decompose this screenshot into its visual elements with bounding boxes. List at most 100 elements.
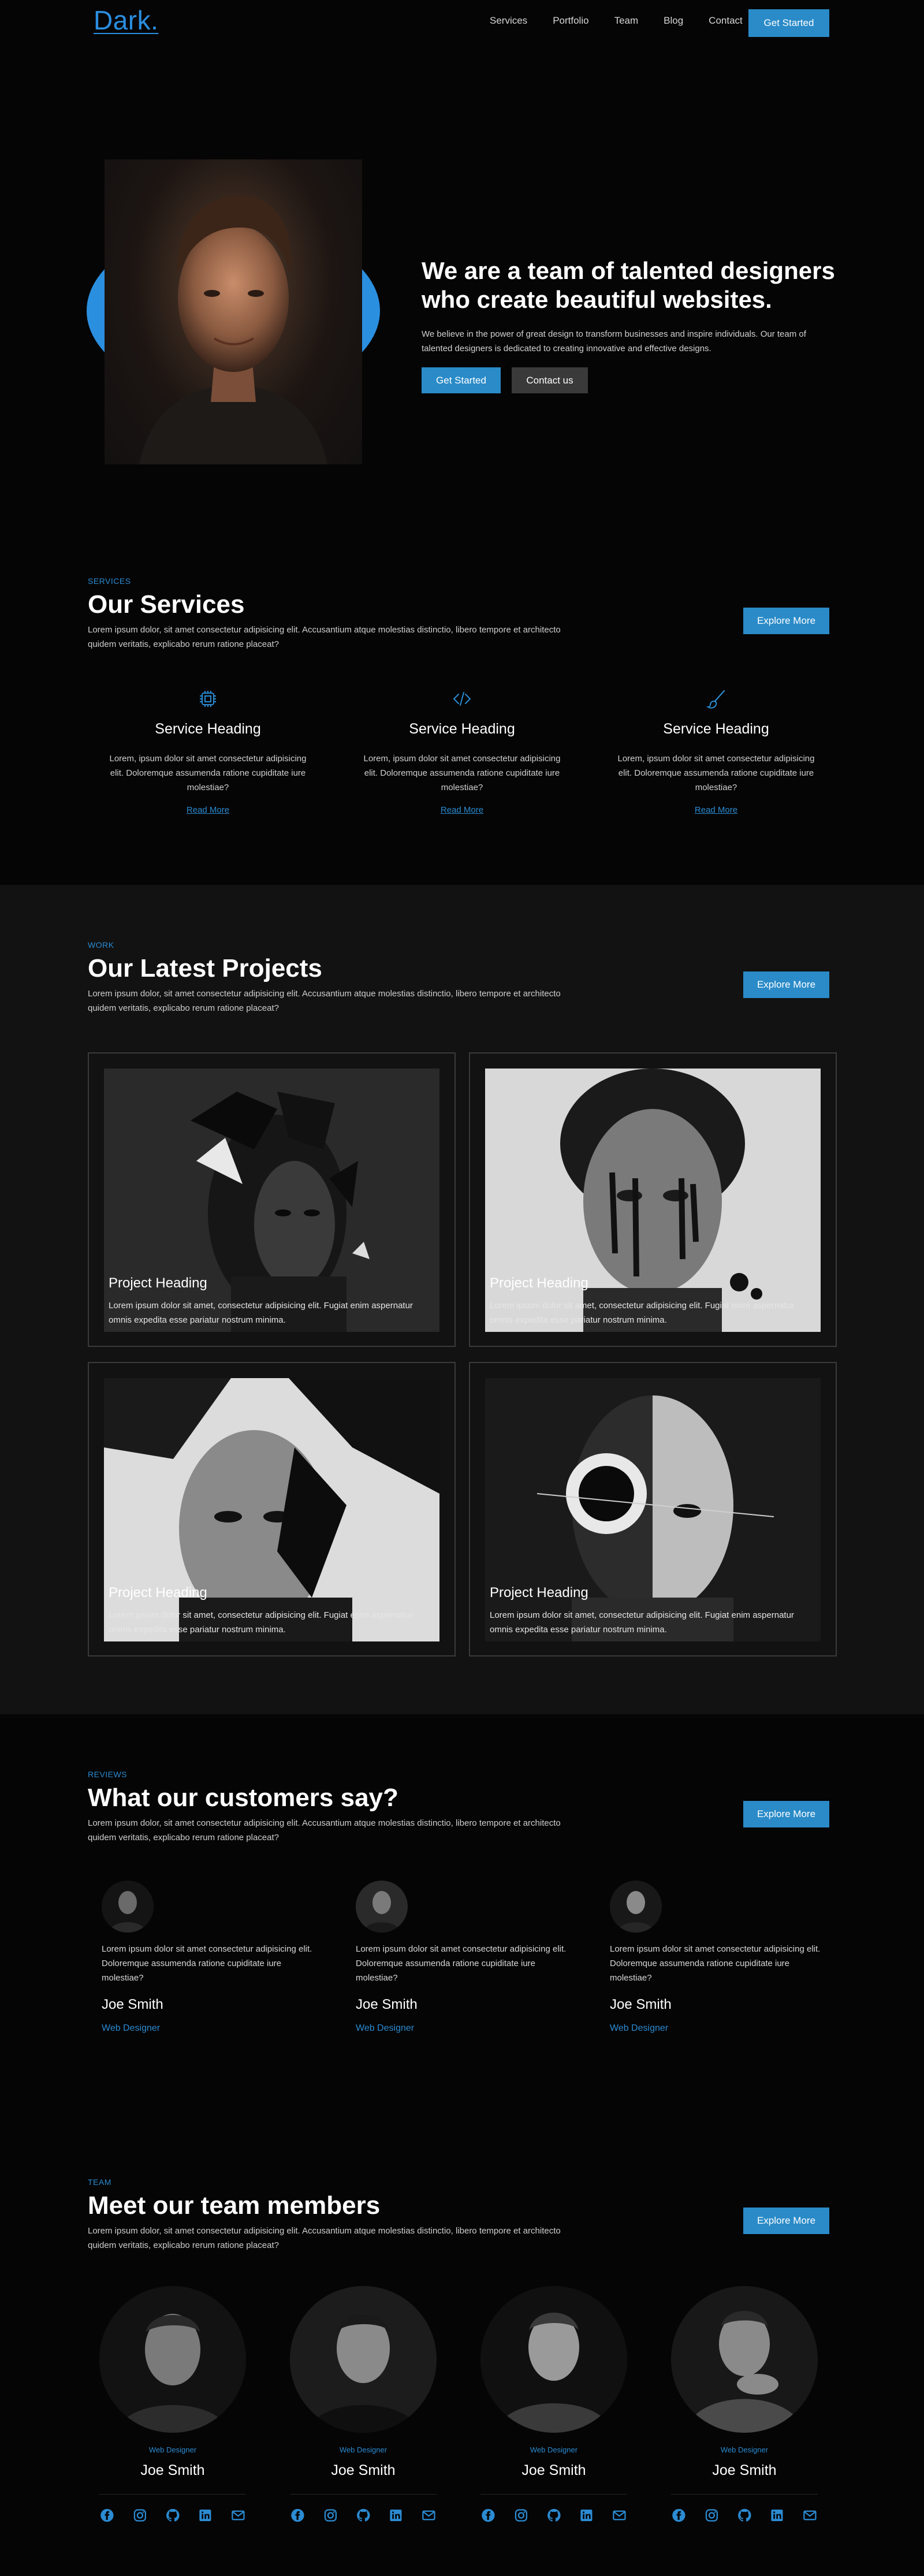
service-heading: Service Heading (155, 721, 261, 737)
service-heading: Service Heading (409, 721, 515, 737)
projects-eyebrow: WORK (88, 940, 114, 950)
avatar (356, 1881, 408, 1933)
brush-icon (706, 690, 725, 709)
hero-description: We believe in the power of great design … (422, 329, 806, 353)
project-card[interactable]: Project Heading Lorem ipsum dolor sit am… (88, 1052, 456, 1347)
avatar (102, 1881, 154, 1933)
service-card: Service Heading Lorem, ipsum dolor sit a… (98, 687, 318, 816)
github-icon[interactable] (546, 2507, 562, 2523)
member-role: Web Designer (720, 2445, 769, 2454)
linkedin-icon[interactable] (388, 2507, 404, 2523)
hero-title: We are a team of talented designers who … (422, 257, 835, 313)
project-image (104, 1069, 439, 1332)
review-text: Lorem ipsum dolor sit amet consectetur a… (102, 1944, 312, 1983)
review-text: Lorem ipsum dolor sit amet consectetur a… (610, 1944, 821, 1983)
linkedin-icon[interactable] (769, 2507, 785, 2523)
instagram-icon[interactable] (132, 2507, 148, 2523)
reviewer-name: Joe Smith (610, 1997, 672, 2012)
member-photo (99, 2286, 246, 2433)
reviewer-name: Joe Smith (356, 1997, 418, 2012)
nav-link-contact[interactable]: Contact (709, 15, 743, 27)
project-text: Lorem ipsum dolor sit amet, consectetur … (490, 1301, 794, 1325)
services-eyebrow: SERVICES (88, 576, 131, 586)
github-icon[interactable] (165, 2507, 181, 2523)
member-name: Joe Smith (331, 2462, 396, 2478)
member-name: Joe Smith (712, 2462, 777, 2478)
projects-subtitle: Lorem ipsum dolor, sit amet consectetur … (88, 989, 561, 1013)
project-heading: Project Heading (109, 1275, 207, 1291)
service-read-more-link[interactable]: Read More (441, 805, 483, 815)
team-title: Meet our team members (88, 2191, 381, 2220)
project-heading: Project Heading (490, 1275, 588, 1291)
reviews-explore-button[interactable]: Explore More (743, 1801, 829, 1827)
reviews-subtitle: Lorem ipsum dolor, sit amet consectetur … (88, 1818, 561, 1842)
facebook-icon[interactable] (671, 2507, 687, 2523)
project-heading: Project Heading (109, 1585, 207, 1600)
service-read-more-link[interactable]: Read More (695, 805, 737, 815)
nav-link-team[interactable]: Team (614, 15, 639, 27)
member-role: Web Designer (148, 2445, 197, 2454)
member-name: Joe Smith (521, 2462, 586, 2478)
nav-link-portfolio[interactable]: Portfolio (553, 15, 588, 27)
avatar (610, 1881, 662, 1933)
member-photo (480, 2286, 627, 2433)
facebook-icon[interactable] (290, 2507, 305, 2523)
instagram-icon[interactable] (323, 2507, 338, 2523)
project-card[interactable]: Project Heading Lorem ipsum dolor sit am… (469, 1052, 837, 1347)
github-icon[interactable] (356, 2507, 371, 2523)
hero-contact-button[interactable]: Contact us (512, 367, 588, 393)
service-text: Lorem, ipsum dolor sit amet consectetur … (617, 754, 815, 792)
reviewer-role: Web Designer (610, 2023, 669, 2033)
team-eyebrow: TEAM (88, 2177, 111, 2187)
service-read-more-link[interactable]: Read More (187, 805, 229, 815)
github-icon[interactable] (737, 2507, 752, 2523)
member-role: Web Designer (530, 2445, 578, 2454)
page: Dark. Services Portfolio Team Blog Conta… (0, 0, 924, 2576)
member-photo (671, 2286, 818, 2433)
facebook-icon[interactable] (99, 2507, 115, 2523)
mail-icon[interactable] (612, 2507, 627, 2523)
reviews-title: What our customers say? (88, 1784, 398, 1812)
hero-portrait-image (105, 159, 362, 464)
services-explore-button[interactable]: Explore More (743, 608, 829, 634)
nav-get-started-button[interactable]: Get Started (748, 9, 829, 37)
projects-explore-button[interactable]: Explore More (743, 971, 829, 998)
mail-icon[interactable] (421, 2507, 437, 2523)
team-member-card: Web Designer Joe Smith (671, 2286, 818, 2523)
linkedin-icon[interactable] (579, 2507, 594, 2523)
member-social-links (480, 2494, 627, 2523)
member-social-links (99, 2494, 246, 2523)
reviews-eyebrow: REVIEWS (88, 1770, 128, 1779)
team-member-card: Web Designer Joe Smith (99, 2286, 246, 2523)
nav-link-services[interactable]: Services (490, 15, 527, 27)
instagram-icon[interactable] (704, 2507, 720, 2523)
team-explore-button[interactable]: Explore More (743, 2208, 829, 2234)
instagram-icon[interactable] (513, 2507, 529, 2523)
review-card: Lorem ipsum dolor sit amet consectetur a… (610, 1881, 841, 2034)
projects-title: Our Latest Projects (88, 954, 322, 982)
project-text: Lorem ipsum dolor sit amet, consectetur … (109, 1610, 413, 1635)
chip-icon (200, 691, 216, 707)
project-image (104, 1378, 439, 1641)
linkedin-icon[interactable] (198, 2507, 213, 2523)
mail-icon[interactable] (802, 2507, 818, 2523)
nav-links: Services Portfolio Team Blog Contact (490, 15, 768, 27)
mail-icon[interactable] (230, 2507, 246, 2523)
project-heading: Project Heading (490, 1585, 588, 1600)
review-text: Lorem ipsum dolor sit amet consectetur a… (356, 1944, 567, 1983)
facebook-icon[interactable] (480, 2507, 496, 2523)
nav-link-blog[interactable]: Blog (664, 15, 683, 27)
logo-link[interactable]: Dark. (94, 5, 158, 36)
member-social-links (290, 2494, 437, 2523)
project-card[interactable]: Project Heading Lorem ipsum dolor sit am… (469, 1362, 837, 1656)
service-card: Service Heading Lorem, ipsum dolor sit a… (352, 687, 572, 816)
reviewer-role: Web Designer (102, 2023, 161, 2033)
hero-get-started-button[interactable]: Get Started (422, 367, 501, 393)
navbar: Dark. Services Portfolio Team Blog Conta… (0, 0, 924, 46)
project-image (485, 1069, 821, 1332)
team-member-card: Web Designer Joe Smith (480, 2286, 627, 2523)
service-text: Lorem, ipsum dolor sit amet consectetur … (109, 754, 307, 792)
member-social-links (671, 2494, 818, 2523)
service-text: Lorem, ipsum dolor sit amet consectetur … (363, 754, 561, 792)
project-card[interactable]: Project Heading Lorem ipsum dolor sit am… (88, 1362, 456, 1656)
